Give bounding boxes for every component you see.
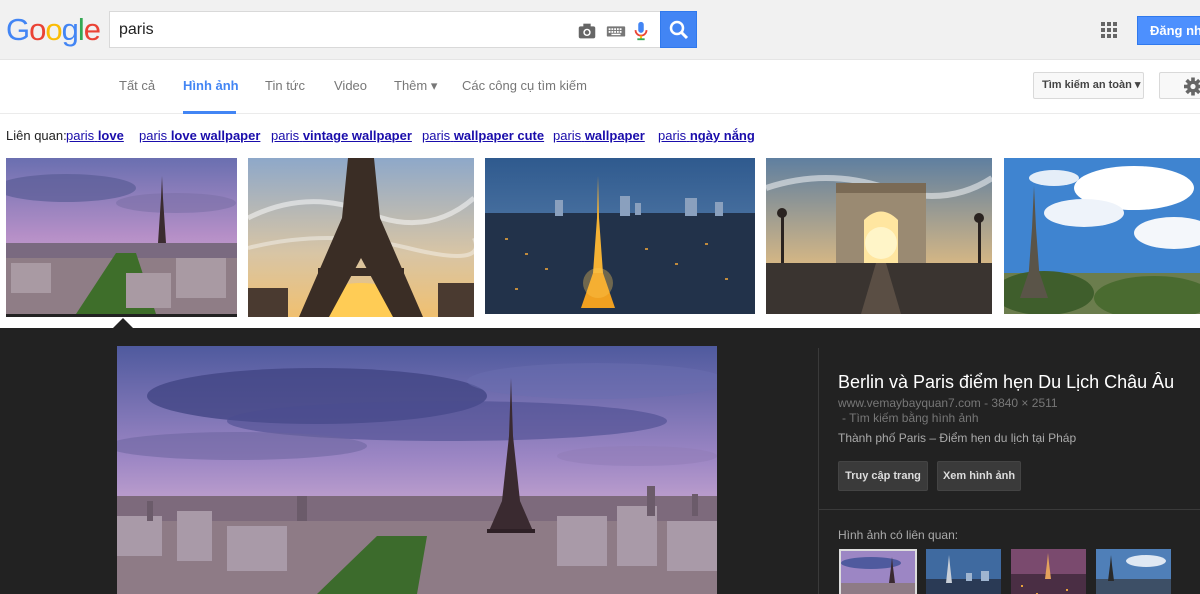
search-box (109, 11, 661, 48)
google-logo[interactable]: Google (6, 12, 101, 48)
safesearch-button[interactable]: Tìm kiếm an toàn ▾ (1033, 72, 1144, 99)
search-button[interactable] (660, 11, 697, 48)
related-link-paris-wallpaper[interactable]: paris wallpaper (553, 128, 645, 143)
image-result-4[interactable] (766, 158, 992, 317)
gear-icon (1184, 77, 1200, 96)
microphone-icon[interactable] (630, 20, 652, 42)
preview-title[interactable]: Berlin và Paris điểm hẹn Du Lịch Châu Âu (838, 372, 1200, 393)
related-link-paris-wallpaper-cute[interactable]: paris wallpaper cute (422, 128, 544, 143)
preview-pointer (113, 318, 133, 328)
signin-button[interactable]: Đăng nhập (1137, 16, 1200, 45)
image-result-2[interactable] (248, 158, 474, 317)
keyboard-icon[interactable] (605, 20, 627, 42)
preview-image[interactable] (117, 346, 717, 594)
related-link-paris-love[interactable]: paris love (66, 128, 124, 143)
preview-source[interactable]: www.vemaybayquan7.com - 3840 × 2511 (838, 396, 1058, 410)
related-images-label: Hình ảnh có liên quan: (838, 528, 959, 542)
related-label: Liên quan: (6, 128, 67, 143)
image-results-row (0, 158, 1200, 328)
image-result-5[interactable] (1004, 158, 1200, 317)
related-searches: Liên quan: paris love paris love wallpap… (0, 114, 1200, 158)
camera-icon[interactable] (576, 20, 598, 42)
related-image-1[interactable] (839, 549, 917, 594)
image-result-3[interactable] (485, 158, 755, 317)
related-link-paris-love-wallpaper[interactable]: paris love wallpaper (139, 128, 260, 143)
related-image-4[interactable] (1096, 549, 1171, 594)
google-images-page: Google paris Đăng n Tất cả Hình ảnh Tin … (0, 0, 1200, 594)
preview-description: Thành phố Paris – Điểm hẹn du lịch tại P… (838, 431, 1077, 445)
related-link-paris-ngay-nang[interactable]: paris ngày nắng (658, 128, 755, 143)
tab-video[interactable]: Video (334, 78, 367, 93)
search-icon (669, 20, 689, 40)
apps-grid-icon[interactable] (1101, 22, 1117, 38)
tab-all[interactable]: Tất cả (119, 78, 155, 93)
search-input[interactable] (119, 19, 559, 41)
tab-images[interactable]: Hình ảnh (183, 78, 239, 93)
related-image-2[interactable] (926, 549, 1001, 594)
preview-divider (818, 348, 819, 594)
tab-more[interactable]: Thêm ▾ (394, 78, 437, 94)
related-link-paris-vintage-wallpaper[interactable]: paris vintage wallpaper (271, 128, 412, 143)
visit-page-button[interactable]: Truy cập trang (838, 461, 928, 491)
settings-button[interactable] (1159, 72, 1200, 99)
image-result-1[interactable] (6, 158, 237, 317)
image-preview-panel: Berlin và Paris điểm hẹn Du Lịch Châu Âu… (0, 328, 1200, 594)
view-image-button[interactable]: Xem hình ảnh (937, 461, 1021, 491)
tab-search-tools[interactable]: Các công cụ tìm kiếm (462, 78, 587, 93)
info-separator (818, 509, 1200, 510)
reverse-image-search-link[interactable]: - Tìm kiếm bằng hình ảnh (842, 411, 979, 425)
tab-news[interactable]: Tin tức (265, 78, 305, 93)
nav-tabs: Tất cả Hình ảnh Tin tức Video Thêm ▾ Các… (0, 60, 1200, 114)
related-image-3[interactable] (1011, 549, 1086, 594)
top-header: Google paris Đăng n (0, 0, 1200, 60)
